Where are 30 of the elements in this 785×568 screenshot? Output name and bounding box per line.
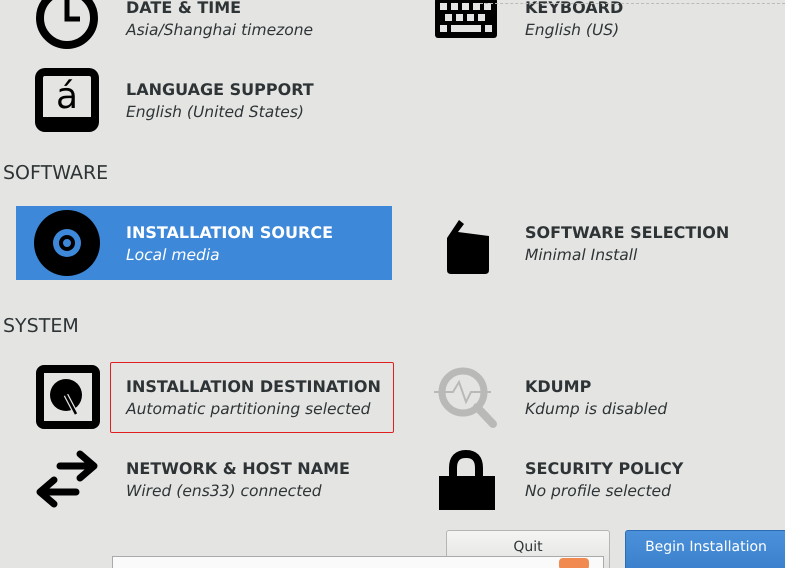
spoke-title: SOFTWARE SELECTION (525, 222, 730, 242)
spoke-status: English (United States) (126, 102, 305, 120)
spoke-status: Local media (126, 246, 221, 264)
begin-button[interactable]: Begin Installation (625, 530, 785, 568)
spoke-item[interactable]: KDUMP Kdump is disabled (415, 360, 785, 434)
spoke-item[interactable]: NETWORK & HOST NAME Wired (ens33) connected (16, 442, 392, 516)
disc-icon (32, 208, 102, 278)
spoke-status: Kdump is disabled (525, 400, 668, 418)
section-heading: SYSTEM (2, 315, 80, 337)
spoke-status: Wired (ens33) connected (126, 482, 323, 500)
spoke-status: No profile selected (525, 482, 672, 500)
section-heading: SOFTWARE (2, 162, 110, 184)
spoke-item[interactable]: SOFTWARE SELECTION Minimal Install (415, 206, 785, 280)
spoke-title: SECURITY POLICY (525, 458, 684, 478)
language-key-icon: á (35, 68, 99, 132)
spoke-title: NETWORK & HOST NAME (126, 458, 350, 478)
spoke-title: INSTALLATION SOURCE (126, 222, 333, 242)
spoke-status: Automatic partitioning selected (126, 400, 372, 418)
spoke-title: LANGUAGE SUPPORT (126, 80, 314, 98)
spoke-title: DATE & TIME (126, 0, 242, 16)
spoke-item[interactable]: INSTALLATION DESTINATION Automatic partitioning selected (16, 360, 392, 434)
spoke-item[interactable]: INSTALLATION SOURCE Local media (16, 206, 392, 280)
spoke-status: Minimal Install (525, 246, 638, 264)
spoke-item[interactable]: SECURITY POLICY No profile selected (415, 442, 785, 516)
spoke-item[interactable]: á LANGUAGE SUPPORT English (United States) (16, 63, 392, 137)
spoke-status: English (US) (525, 20, 620, 38)
spoke-title: KDUMP (525, 376, 592, 396)
spoke-status: Asia/Shanghai timezone (126, 20, 314, 38)
spoke-item[interactable]: DATE & TIME Asia/Shanghai timezone (16, 0, 392, 55)
spoke-title: INSTALLATION DESTINATION (126, 376, 381, 396)
